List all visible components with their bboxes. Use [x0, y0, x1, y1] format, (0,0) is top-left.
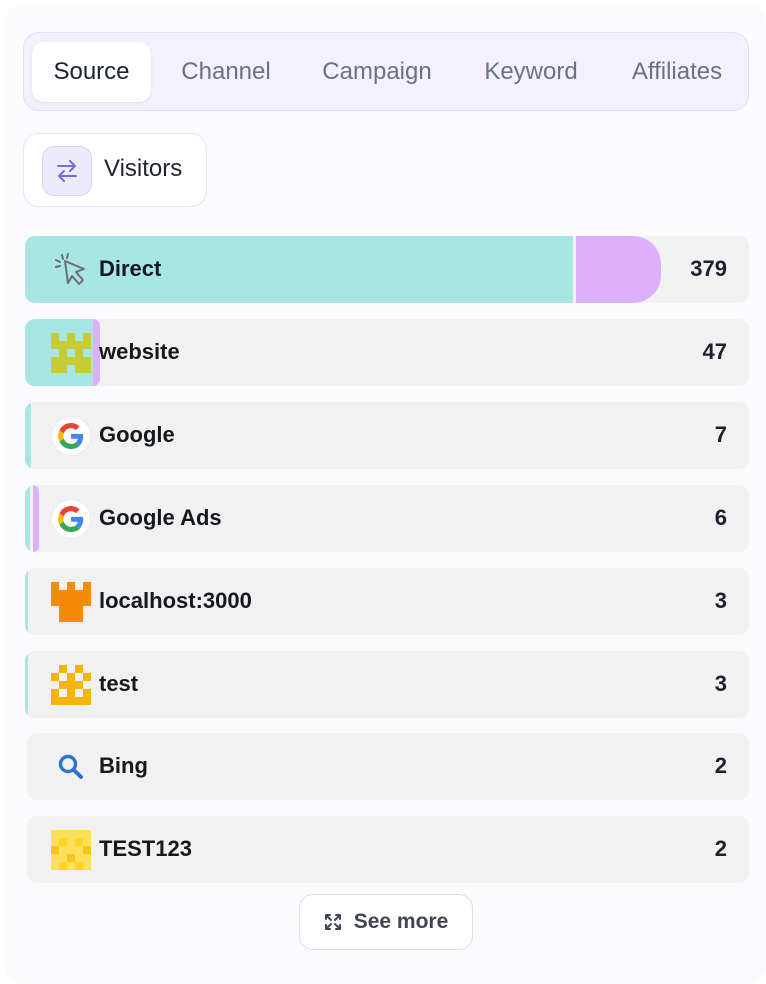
visitors-bar — [25, 485, 30, 552]
source-value: 3 — [714, 671, 727, 696]
secondary-bar — [576, 236, 661, 303]
source-label: Google Ads — [99, 505, 222, 530]
source-row-google-ads[interactable]: Google Ads 6 — [25, 485, 749, 552]
source-label: Google — [99, 422, 175, 447]
source-value: 3 — [714, 588, 727, 613]
source-value: 7 — [714, 422, 727, 447]
tab-channel[interactable]: Channel — [164, 42, 288, 102]
source-value: 2 — [714, 753, 727, 778]
metric-label: Visitors — [104, 155, 183, 182]
google-icon — [51, 416, 91, 456]
pixel-avatar-icon — [51, 830, 91, 870]
tab-campaign[interactable]: Campaign — [304, 42, 450, 102]
source-row-google[interactable]: Google 7 — [25, 402, 749, 469]
see-more-button[interactable]: See more — [299, 894, 473, 950]
secondary-bar — [33, 485, 39, 552]
see-more-label: See more — [353, 910, 449, 933]
source-row-localhost[interactable]: localhost:3000 3 — [25, 568, 749, 635]
source-value: 6 — [714, 505, 727, 530]
swap-arrows-icon — [42, 146, 92, 196]
metric-toggle-button[interactable]: Visitors — [23, 133, 207, 207]
search-icon — [51, 747, 91, 787]
visitors-bar — [25, 402, 31, 469]
source-label: localhost:3000 — [99, 588, 252, 613]
source-value: 47 — [702, 339, 727, 364]
expand-icon — [324, 913, 342, 931]
source-row-website[interactable]: website 47 — [25, 319, 749, 386]
dimension-tabs: Source Channel Campaign Keyword Affiliat… — [23, 32, 749, 111]
visitors-bar — [25, 568, 28, 635]
cursor-click-icon — [51, 250, 91, 290]
source-label: Direct — [99, 256, 162, 281]
source-row-direct[interactable]: Direct 379 — [25, 236, 749, 303]
google-icon — [51, 499, 91, 539]
source-row-test[interactable]: test 3 — [25, 651, 749, 718]
source-row-bing[interactable]: Bing 2 — [27, 733, 749, 800]
tab-affiliates[interactable]: Affiliates — [612, 42, 742, 102]
source-row-test123[interactable]: TEST123 2 — [27, 816, 749, 883]
source-value: 379 — [690, 256, 727, 281]
source-label: TEST123 — [99, 836, 192, 861]
pixel-avatar-icon — [51, 582, 91, 622]
visitors-bar — [25, 651, 28, 718]
source-value: 2 — [714, 836, 727, 861]
pixel-avatar-icon — [51, 665, 91, 705]
tab-keyword[interactable]: Keyword — [466, 42, 596, 102]
tab-source[interactable]: Source — [32, 42, 151, 102]
source-label: Bing — [99, 753, 148, 778]
source-label: website — [99, 339, 180, 364]
pixel-avatar-icon — [51, 333, 91, 373]
source-label: test — [99, 671, 139, 696]
